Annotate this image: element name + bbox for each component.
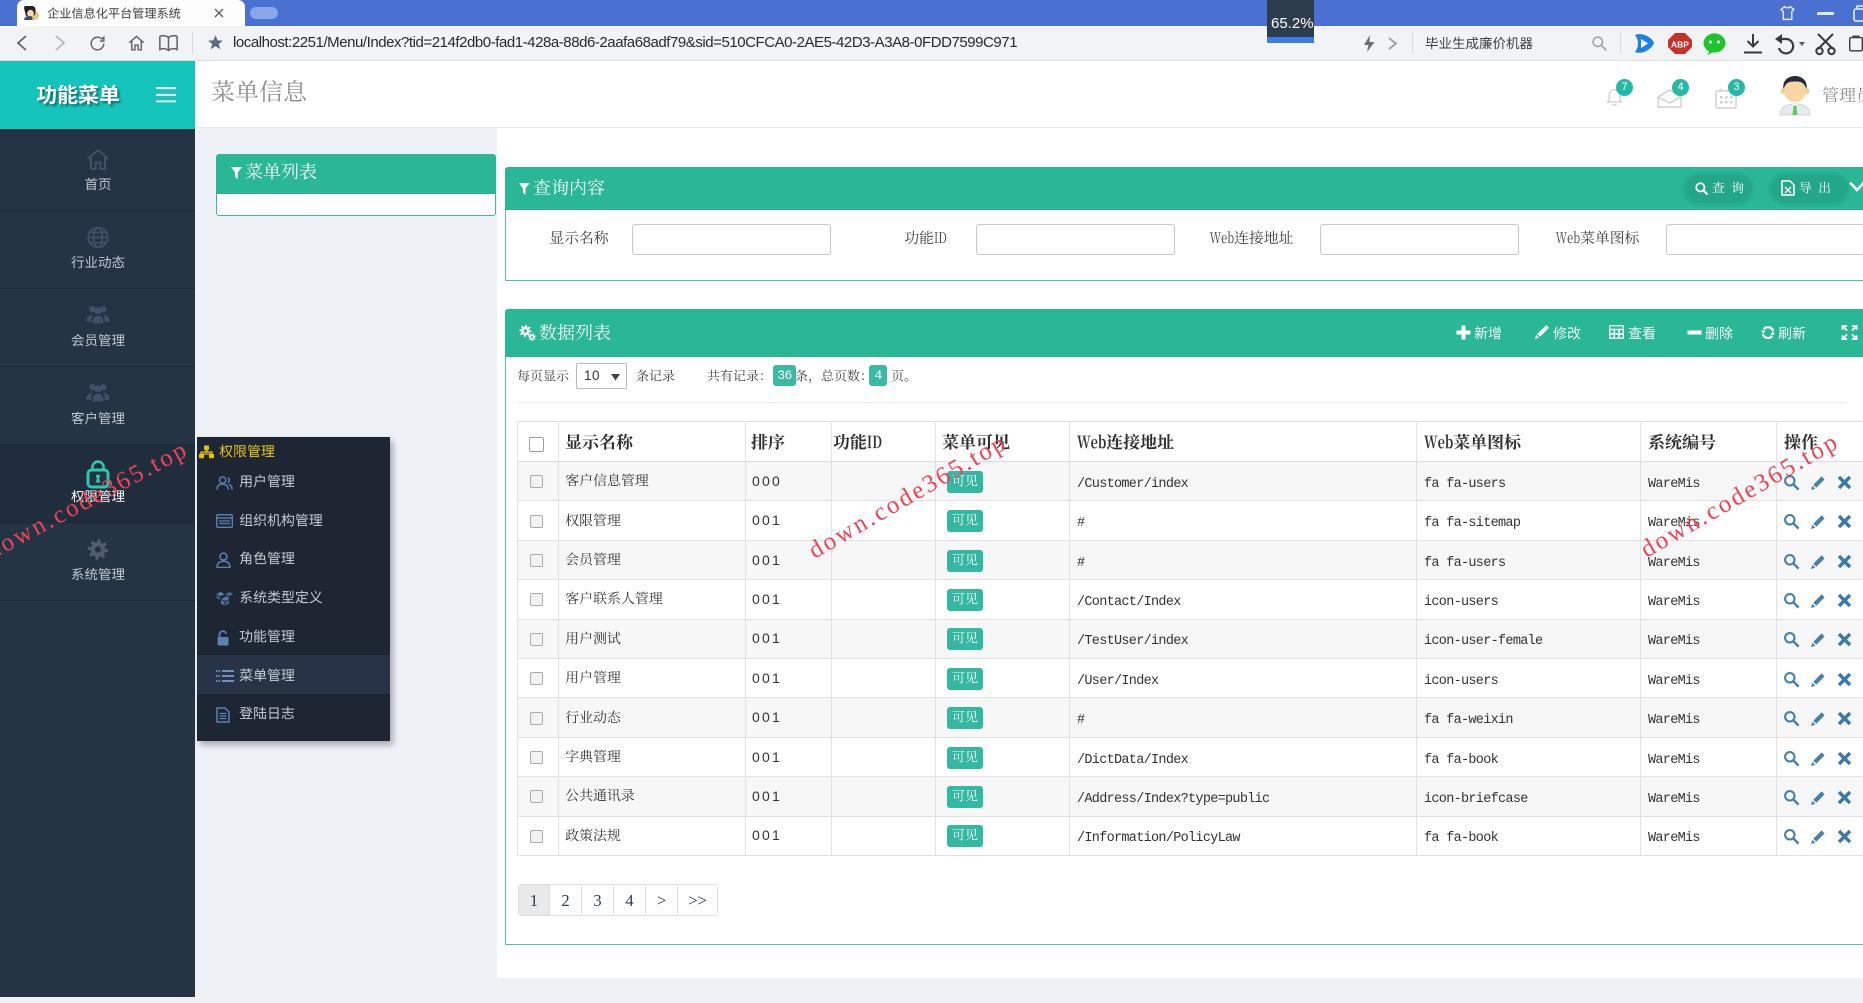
svg-text:ABP: ABP (1671, 40, 1689, 50)
